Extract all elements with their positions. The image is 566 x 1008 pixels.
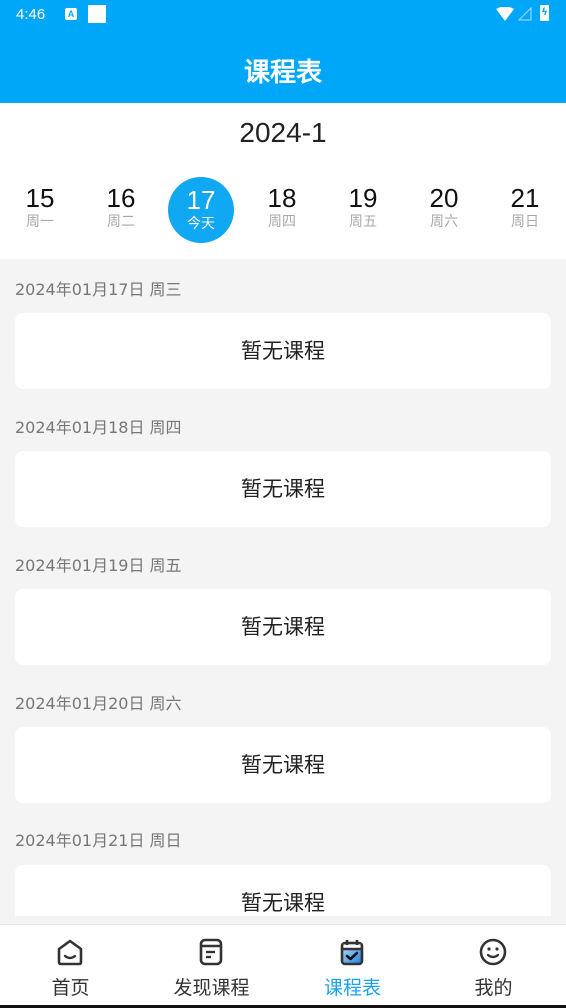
day-item[interactable]: 16 周二 xyxy=(88,175,154,241)
section-date: 2024年01月17日 周三 xyxy=(15,280,182,299)
course-icon xyxy=(199,938,223,966)
signal-icon xyxy=(518,7,532,21)
section-date: 2024年01月20日 周六 xyxy=(15,694,182,713)
day-number: 18 xyxy=(267,183,297,213)
day-weekday: 周日 xyxy=(511,214,539,230)
home-icon xyxy=(57,939,83,966)
notification-square-icon xyxy=(88,5,106,23)
tab-label: 我的 xyxy=(474,977,513,999)
day-item[interactable]: 20 周六 xyxy=(411,175,477,241)
day-item[interactable]: 18 周四 xyxy=(249,175,315,241)
day-item-today[interactable]: 17 今天 xyxy=(168,177,234,243)
day-item[interactable]: 21 周日 xyxy=(492,175,558,241)
day-weekday: 今天 xyxy=(187,216,215,232)
day-weekday: 周五 xyxy=(349,214,377,230)
calendar-month[interactable]: 2024-1 xyxy=(0,117,566,149)
bottom-tab-bar: 首页 发现课程 课程表 我的 xyxy=(0,924,566,1008)
tab-label: 首页 xyxy=(51,977,90,999)
battery-charging-icon: ϟ xyxy=(540,5,549,21)
section-date: 2024年01月19日 周五 xyxy=(15,556,182,575)
tab-home[interactable]: 首页 xyxy=(0,925,141,1005)
course-card-empty[interactable]: 暂无课程 xyxy=(15,865,551,916)
week-calendar: 2024-1 15 周一 16 周二 17 今天 18 周四 19 周五 20 … xyxy=(0,103,566,259)
course-card-empty[interactable]: 暂无课程 xyxy=(15,589,551,665)
tab-label: 课程表 xyxy=(323,977,381,999)
day-number: 17 xyxy=(186,185,216,215)
app: 4:46 A ϟ 课程表 2024-1 15 周一 16 周二 17 今天 18… xyxy=(0,0,566,1008)
tab-discover-courses[interactable]: 发现课程 xyxy=(141,925,282,1005)
course-card-empty[interactable]: 暂无课程 xyxy=(15,313,551,389)
status-time: 4:46 xyxy=(16,6,46,23)
section-date: 2024年01月18日 周四 xyxy=(15,418,182,437)
wifi-icon xyxy=(496,7,514,21)
tab-mine[interactable]: 我的 xyxy=(423,925,564,1005)
schedule-list[interactable]: 2024年01月17日 周三 暂无课程 2024年01月18日 周四 暂无课程 … xyxy=(0,259,566,916)
day-number: 15 xyxy=(25,183,55,213)
day-weekday: 周四 xyxy=(268,214,296,230)
tab-label: 发现课程 xyxy=(173,977,250,999)
page-title: 课程表 xyxy=(243,58,322,88)
notification-a-icon: A xyxy=(65,8,77,20)
day-item[interactable]: 15 周一 xyxy=(7,175,73,241)
day-number: 16 xyxy=(106,183,136,213)
day-number: 21 xyxy=(510,183,540,213)
top-bar: 4:46 A ϟ 课程表 xyxy=(0,0,566,103)
calendar-icon xyxy=(340,940,364,966)
section-date: 2024年01月21日 周日 xyxy=(15,831,182,850)
smiley-icon xyxy=(479,938,507,966)
tab-schedule[interactable]: 课程表 xyxy=(282,925,423,1005)
day-number: 20 xyxy=(429,183,459,213)
day-number: 19 xyxy=(348,183,378,213)
day-weekday: 周六 xyxy=(430,214,458,230)
status-bar: 4:46 A ϟ xyxy=(0,0,566,30)
day-weekday: 周二 xyxy=(107,214,135,230)
day-item[interactable]: 19 周五 xyxy=(330,175,396,241)
day-weekday: 周一 xyxy=(26,214,54,230)
week-days: 15 周一 16 周二 17 今天 18 周四 19 周五 20 周六 21 周… xyxy=(0,175,566,245)
course-card-empty[interactable]: 暂无课程 xyxy=(15,451,551,527)
course-card-empty[interactable]: 暂无课程 xyxy=(15,727,551,803)
